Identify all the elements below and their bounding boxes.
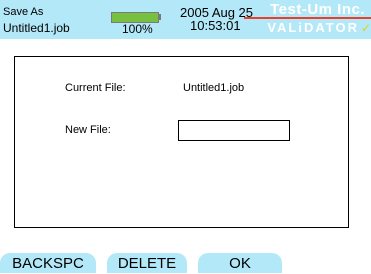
time-display: 10:53:01 <box>190 18 241 33</box>
ok-button[interactable]: OK <box>198 253 282 273</box>
brand-logo: Test-Um Inc. VALiDATOR ✓ <box>244 1 371 37</box>
screen-title: Save As <box>3 6 44 18</box>
status-header: Save As Untitled1.job 100% 2005 Aug 25 1… <box>0 0 371 39</box>
checkmark-icon: ✓ <box>360 21 371 35</box>
new-file-label: New File: <box>65 124 111 136</box>
backspace-button[interactable]: BACKSPC <box>0 253 96 273</box>
current-filename: Untitled1.job <box>3 21 70 35</box>
battery-percent: 100% <box>122 22 153 36</box>
brand-product: VALiDATOR <box>267 20 359 35</box>
current-file-label: Current File: <box>65 82 126 94</box>
brand-underline <box>244 17 371 19</box>
delete-button[interactable]: DELETE <box>107 253 187 273</box>
battery-terminal <box>158 14 161 20</box>
current-file-value: Untitled1.job <box>183 82 245 94</box>
battery-level-fill <box>112 13 158 22</box>
save-as-panel: Current File: Untitled1.job New File: <box>14 56 349 228</box>
new-file-input[interactable] <box>178 120 290 141</box>
brand-name: Test-Um Inc. <box>270 1 365 18</box>
